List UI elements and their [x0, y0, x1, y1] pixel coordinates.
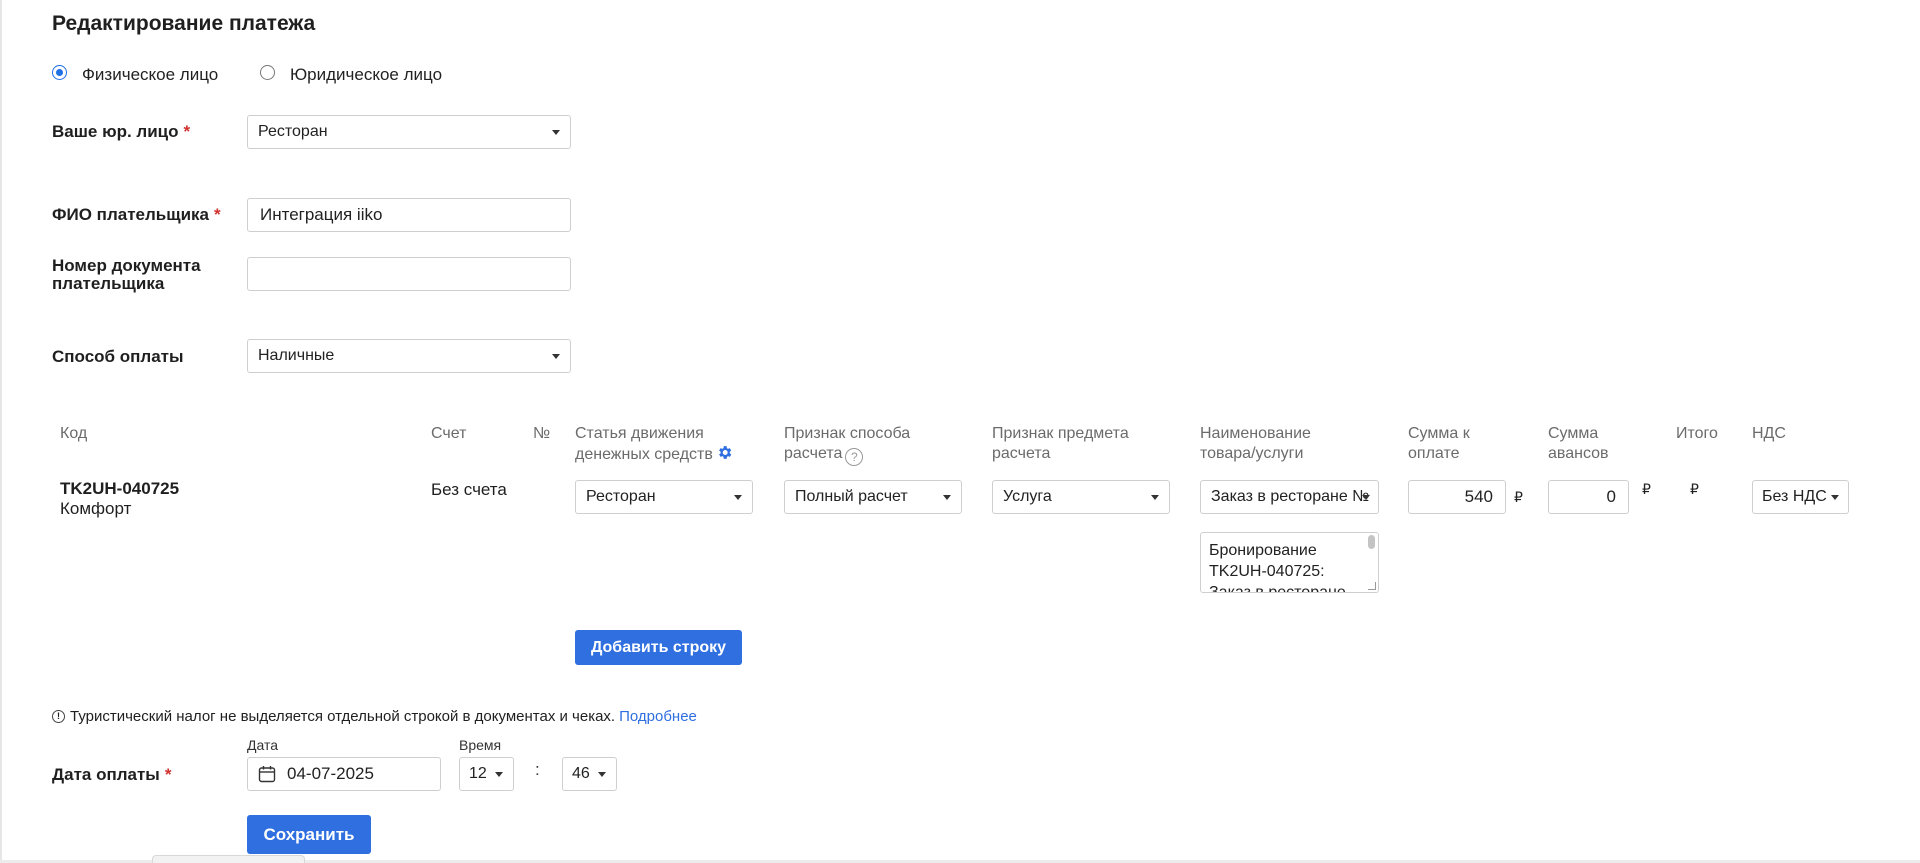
th-total: Итого — [1676, 425, 1718, 442]
calc-subject-select[interactable]: Услуга — [992, 480, 1170, 514]
payer-doc-label: Номер документа плательщика — [52, 256, 201, 293]
radio-legal-entity-label: Юридическое лицо — [290, 65, 443, 84]
payer-doc-input[interactable] — [247, 257, 571, 291]
caret-down-icon — [734, 495, 742, 500]
cashflow-select-value: Ресторан — [586, 488, 656, 505]
required-mark: * — [213, 205, 221, 224]
notice-more-link[interactable]: Подробнее — [619, 708, 697, 725]
item-name-select[interactable]: Заказ в ресторане № — [1200, 480, 1379, 514]
info-icon: ! — [52, 710, 65, 723]
payer-name-label-text: ФИО плательщика — [52, 205, 209, 224]
calc-subject-select-value: Услуга — [1003, 488, 1052, 505]
row-code-sub: Комфорт — [60, 499, 132, 518]
minute-select[interactable]: 46 — [562, 757, 617, 791]
caret-down-icon — [943, 495, 951, 500]
hour-select-value: 12 — [469, 765, 487, 782]
th-cashflow-text: Статья движения денежных средств — [575, 425, 713, 463]
item-name-select-value: Заказ в ресторане № — [1211, 488, 1370, 505]
caret-down-icon — [495, 772, 503, 777]
page-left-border — [0, 0, 2, 863]
radio-individual[interactable]: Физическое лицо — [52, 64, 219, 85]
payment-date-value: 04-07-2025 — [287, 764, 374, 783]
th-vat: НДС — [1752, 425, 1786, 442]
cashflow-select[interactable]: Ресторан — [575, 480, 753, 514]
radio-individual-label: Физическое лицо — [82, 65, 219, 84]
vat-select-value: Без НДС — [1762, 488, 1827, 505]
tourist-tax-notice: ! Туристический налог не выделяется отде… — [52, 708, 697, 725]
th-account: Счет — [431, 425, 467, 442]
item-description-textarea[interactable]: Бронирование TK2UH-040725: Заказ в ресто… — [1200, 532, 1379, 593]
date-label: Дата — [247, 737, 279, 753]
time-label: Время — [459, 737, 502, 753]
hour-select[interactable]: 12 — [459, 757, 514, 791]
amount-input[interactable]: 540 — [1408, 480, 1506, 514]
minute-select-value: 46 — [572, 765, 590, 782]
th-cashflow: Статья движения денежных средств — [575, 424, 755, 467]
payment-method-select-value: Наличные — [258, 347, 335, 364]
required-mark: * — [183, 122, 191, 141]
payer-name-label: ФИО плательщика * — [52, 206, 221, 224]
payment-method-label: Способ оплаты — [52, 347, 184, 366]
advance-input[interactable]: 0 — [1548, 480, 1629, 514]
payment-date-label-text: Дата оплаты — [52, 765, 160, 784]
calc-method-select[interactable]: Полный расчет — [784, 480, 962, 514]
add-row-button[interactable]: Добавить строку — [575, 630, 742, 665]
calc-method-select-value: Полный расчет — [795, 488, 908, 505]
item-description-text: Бронирование TK2UH-040725: Заказ в ресто… — [1209, 542, 1346, 593]
th-number: № — [533, 425, 551, 442]
payer-name-input[interactable]: Интеграция iiko — [247, 198, 571, 232]
radio-individual-indicator[interactable] — [52, 64, 67, 80]
total-currency: ₽ — [1690, 481, 1699, 497]
radio-legal-entity-indicator[interactable] — [260, 64, 275, 80]
th-item-name: Наименование товара/услуги — [1200, 425, 1311, 462]
resize-handle-icon[interactable] — [1368, 582, 1376, 590]
vat-select[interactable]: Без НДС — [1752, 480, 1849, 514]
caret-down-icon — [598, 772, 606, 777]
amount-currency: ₽ — [1514, 489, 1523, 505]
caret-down-icon — [552, 130, 560, 135]
caret-down-icon — [1151, 495, 1159, 500]
th-advance: Сумма авансов — [1548, 425, 1609, 462]
payment-method-select[interactable]: Наличные — [247, 339, 571, 373]
textarea-scroll-thumb[interactable] — [1368, 535, 1375, 549]
bottom-tab[interactable] — [152, 855, 305, 863]
time-separator: : — [535, 760, 540, 779]
th-amount: Сумма к оплате — [1408, 425, 1470, 462]
radio-legal-entity[interactable]: Юридическое лицо — [260, 64, 443, 85]
gear-icon[interactable] — [716, 444, 733, 467]
save-button[interactable]: Сохранить — [247, 815, 371, 854]
row-account: Без счета — [431, 480, 507, 499]
advance-currency: ₽ — [1642, 481, 1651, 497]
th-calc-subject: Признак предмета расчета — [992, 425, 1129, 462]
row-code: TK2UH-040725 — [60, 479, 180, 498]
calendar-icon[interactable] — [258, 765, 276, 783]
caret-down-icon — [1831, 495, 1839, 500]
legal-entity-label: Ваше юр. лицо * — [52, 123, 190, 141]
th-code: Код — [60, 425, 88, 442]
legal-entity-select[interactable]: Ресторан — [247, 115, 571, 149]
page-title: Редактирование платежа — [52, 12, 316, 35]
payment-date-label: Дата оплаты * — [52, 766, 171, 784]
legal-entity-select-value: Ресторан — [258, 123, 328, 140]
required-mark: * — [164, 765, 172, 784]
legal-entity-label-text: Ваше юр. лицо — [52, 122, 179, 141]
caret-down-icon — [1362, 495, 1370, 500]
caret-down-icon — [552, 354, 560, 359]
payment-date-input[interactable]: 04-07-2025 — [247, 757, 441, 791]
notice-text: Туристический налог не выделяется отдель… — [70, 708, 616, 725]
th-calc-method: Признак способа расчета? — [784, 424, 944, 466]
help-icon[interactable]: ? — [845, 448, 864, 466]
